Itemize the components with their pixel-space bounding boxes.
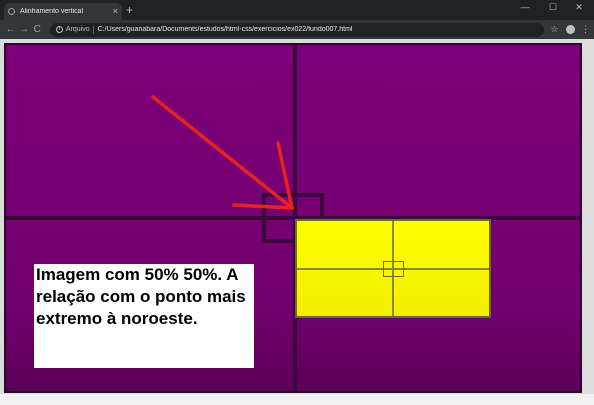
browser-tab[interactable]: Alinhamento vertical × — [4, 3, 122, 20]
globe-icon — [8, 8, 15, 15]
annotation-caption: Imagem com 50% 50%. A relação com o pont… — [34, 264, 254, 368]
forward-button[interactable]: → — [17, 24, 30, 35]
url-text[interactable]: C:/Users/guanabara/Documents/estudos/htm… — [98, 26, 539, 33]
browser-toolbar: ← → C i Arquivo C:/Users/guanabara/Docum… — [0, 20, 594, 39]
yellow-background-image — [295, 219, 491, 318]
menu-icon[interactable]: ⋮ — [581, 25, 590, 34]
maximize-button[interactable]: ☐ — [540, 0, 566, 14]
separator — [92, 25, 94, 34]
reload-button[interactable]: C — [31, 24, 44, 35]
tab-title: Alinhamento vertical — [20, 8, 84, 15]
back-button[interactable]: ← — [4, 24, 17, 35]
close-window-button[interactable]: ✕ — [566, 0, 592, 14]
image-center-marker — [383, 261, 404, 277]
tab-strip: Alinhamento vertical × + — ☐ ✕ — [0, 0, 594, 20]
info-icon[interactable]: i — [55, 26, 63, 33]
address-bar[interactable]: i Arquivo C:/Users/guanabara/Documents/e… — [49, 22, 545, 37]
star-icon[interactable]: ☆ — [550, 24, 558, 35]
profile-icon[interactable] — [566, 25, 575, 34]
scheme-label: Arquivo — [65, 26, 90, 33]
minimize-button[interactable]: — — [512, 0, 538, 14]
tab-close-icon[interactable]: × — [113, 7, 118, 16]
new-tab-button[interactable]: + — [126, 3, 133, 17]
horizontal-scrollbar[interactable] — [0, 394, 594, 405]
